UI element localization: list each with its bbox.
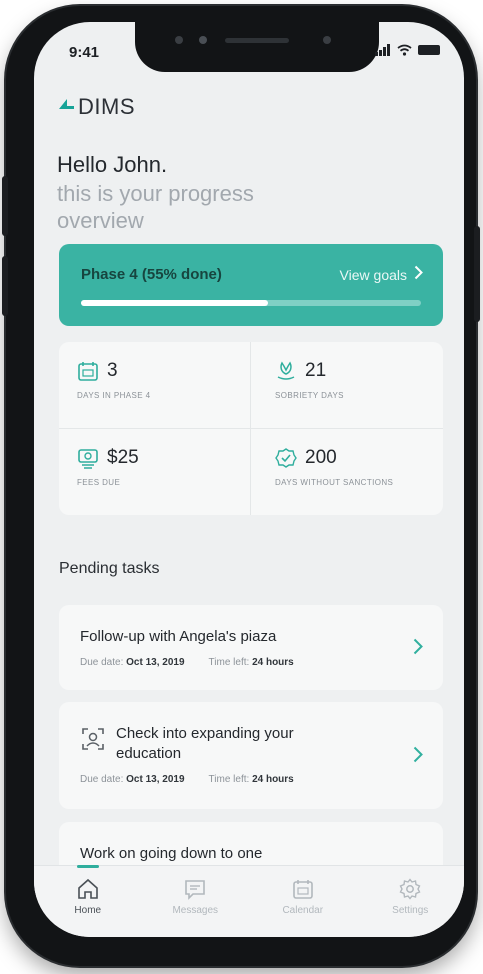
tab-label: Messages [172, 905, 219, 916]
home-icon [77, 878, 98, 899]
calendar-icon [78, 362, 98, 381]
stat-label: DAYS IN PHASE 4 [77, 391, 151, 400]
view-goals-label: View goals [339, 266, 407, 283]
stat-value: 200 [305, 446, 337, 468]
task-time-left: Time left: 24 hours [209, 657, 294, 668]
status-time: 9:41 [69, 44, 100, 61]
chevron-right-icon [414, 264, 423, 285]
chevron-right-icon[interactable] [413, 743, 423, 769]
status-icons [375, 44, 440, 56]
greeting-title: Hello John. [57, 152, 168, 177]
task-time-left: Time left: 24 hours [209, 774, 294, 785]
task-due-label: Due date: [80, 657, 124, 668]
speaker-grille [225, 38, 289, 43]
logo-text: DIMS [78, 94, 135, 119]
task-left-value: 24 hours [252, 774, 294, 785]
camera-dot [175, 36, 183, 44]
tab-messages[interactable]: Messages [155, 878, 235, 937]
tab-settings[interactable]: Settings [370, 878, 450, 937]
active-tab-indicator [76, 865, 99, 868]
messages-icon [185, 880, 206, 900]
task-title: Work on going down to one [80, 845, 263, 862]
calendar-icon [292, 880, 313, 899]
sensor-dot [323, 36, 331, 44]
bottom-tab-bar: Home Messages Calendar Settings [34, 865, 464, 937]
task-due: Due date: Oct 13, 2019 [80, 657, 185, 668]
phase-progress-bar [81, 300, 421, 306]
battery-icon [418, 45, 440, 55]
task-due: Due date: Oct 13, 2019 [80, 774, 185, 785]
app-logo: DIMS [57, 94, 135, 120]
tab-label: Calendar [282, 905, 324, 916]
tab-home[interactable]: Home [48, 865, 128, 937]
task-due-value: Oct 13, 2019 [126, 657, 185, 668]
task-item[interactable]: Check into expanding your education Due … [59, 702, 443, 809]
power-button [474, 226, 480, 322]
signal-icon [375, 44, 390, 56]
greeting-subtitle: this is your progress overview [57, 181, 254, 233]
chevron-right-icon[interactable] [413, 635, 423, 661]
fees-icon [78, 448, 98, 469]
stat-days-without-sanctions: 200 DAYS WITHOUT SANCTIONS [251, 429, 443, 516]
app-screen: 9:41 DIMS Hello John. this is your progr… [34, 22, 464, 937]
tab-label: Home [74, 905, 102, 916]
gear-icon [399, 878, 421, 900]
stat-sobriety-days: 21 SOBRIETY DAYS [251, 342, 443, 429]
shield-check-icon [275, 447, 297, 468]
task-left-label: Time left: [208, 657, 250, 668]
phase-progress-fill [81, 300, 268, 306]
task-meta: Due date: Oct 13, 2019 Time left: 24 hou… [80, 657, 425, 668]
stat-label: SOBRIETY DAYS [275, 391, 344, 400]
view-goals-link[interactable]: View goals [340, 264, 423, 285]
stat-label: FEES DUE [77, 477, 121, 487]
tab-label: Settings [392, 905, 429, 916]
pending-tasks-heading: Pending tasks [59, 560, 160, 577]
task-due-value: Oct 13, 2019 [126, 774, 185, 785]
stat-value: 21 [305, 360, 327, 381]
wifi-icon [397, 44, 412, 56]
task-title: Check into expanding your education [116, 725, 294, 762]
task-meta: Due date: Oct 13, 2019 Time left: 24 hou… [80, 774, 425, 785]
task-title: Follow-up with Angela's piaza [80, 628, 277, 645]
task-left-label: Time left: [208, 774, 250, 785]
stat-label: DAYS WITHOUT SANCTIONS [275, 477, 394, 487]
logo-mark-icon [57, 97, 75, 118]
lotus-icon [277, 361, 295, 380]
task-item[interactable]: Follow-up with Angela's piaza Due date: … [59, 605, 443, 690]
stats-card: 3 DAYS IN PHASE 4 21 SOBRIETY DAYS $25 F… [59, 342, 443, 515]
notch [135, 22, 379, 72]
stat-days-in-phase: 3 DAYS IN PHASE 4 [59, 342, 251, 429]
phase-title: Phase 4 (55% done) [81, 266, 222, 283]
task-due-label: Due date: [80, 774, 124, 785]
sensor-dot [199, 36, 207, 44]
volume-down-button [2, 256, 8, 316]
volume-up-button [2, 176, 8, 236]
phone-frame: 9:41 DIMS Hello John. this is your progr… [2, 6, 480, 966]
stat-fees-due: $25 FEES DUE [59, 428, 251, 515]
phase-progress-card[interactable]: Phase 4 (55% done) View goals [59, 244, 443, 326]
stat-value: 3 [107, 360, 118, 381]
stat-value: $25 [107, 446, 139, 468]
face-scan-icon [82, 728, 104, 750]
task-left-value: 24 hours [252, 657, 294, 668]
tab-calendar[interactable]: Calendar [263, 878, 343, 937]
